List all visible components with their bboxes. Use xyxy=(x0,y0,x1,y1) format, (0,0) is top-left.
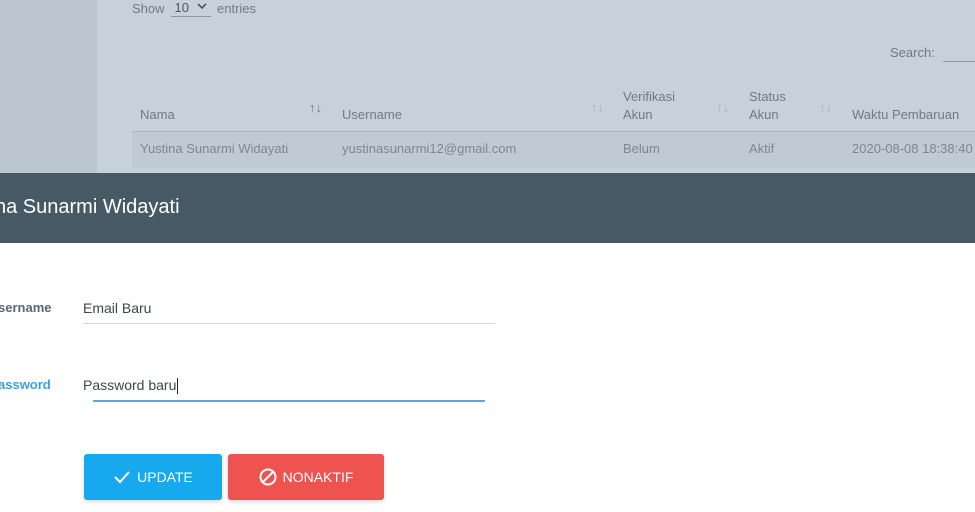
search-label: Search: xyxy=(890,45,935,60)
username-input[interactable]: Email Baru xyxy=(83,298,495,318)
column-header-verifikasi[interactable]: Verifikasi Akun xyxy=(623,88,693,124)
entries-select[interactable]: 10 xyxy=(170,0,211,17)
column-header-waktu[interactable]: Waktu Pembaruan xyxy=(852,106,959,124)
password-input[interactable]: Password baru xyxy=(83,377,176,393)
update-button-label: UPDATE xyxy=(137,469,193,485)
username-label: sername xyxy=(0,300,52,315)
cell-status: Aktif xyxy=(749,141,775,156)
sort-asc-icon[interactable]: ↑↓ xyxy=(309,100,322,115)
show-label: Show xyxy=(132,0,165,16)
sort-icon[interactable]: ↑↓ xyxy=(591,100,604,115)
sort-icon[interactable]: ↑↓ xyxy=(716,100,729,115)
column-header-nama[interactable]: Nama xyxy=(140,106,175,124)
password-label: assword xyxy=(0,377,51,392)
block-icon xyxy=(259,468,277,486)
sort-icon[interactable]: ↑↓ xyxy=(819,100,832,115)
username-underline xyxy=(83,323,495,324)
cell-username: yustinasunarmi12@gmail.com xyxy=(342,141,517,156)
check-icon xyxy=(113,470,131,484)
search-input[interactable] xyxy=(942,43,975,62)
deactivate-button[interactable]: NONAKTIF xyxy=(228,454,384,500)
text-caret xyxy=(177,378,179,395)
password-underline xyxy=(93,400,485,402)
update-button[interactable]: UPDATE xyxy=(84,454,222,500)
search-control: Search: xyxy=(890,43,975,62)
column-header-username[interactable]: Username xyxy=(342,106,402,124)
entries-label: entries xyxy=(217,0,257,16)
username-field[interactable]: Email Baru xyxy=(83,298,495,324)
modal-title: na Sunarmi Widayati xyxy=(0,196,180,218)
cell-nama: Yustina Sunarmi Widayati xyxy=(140,141,289,156)
entries-value: 10 xyxy=(174,0,189,15)
cell-waktu: 2020-08-08 18:38:40 xyxy=(852,141,973,156)
sidebar-background xyxy=(0,0,97,173)
entries-control: Show 10 entries xyxy=(132,0,256,18)
password-field[interactable]: Password baru xyxy=(83,375,495,402)
chevron-down-icon xyxy=(197,2,207,13)
column-header-status[interactable]: Status Akun xyxy=(749,88,799,124)
cell-verifikasi: Belum xyxy=(623,141,660,156)
deactivate-button-label: NONAKTIF xyxy=(282,469,354,485)
